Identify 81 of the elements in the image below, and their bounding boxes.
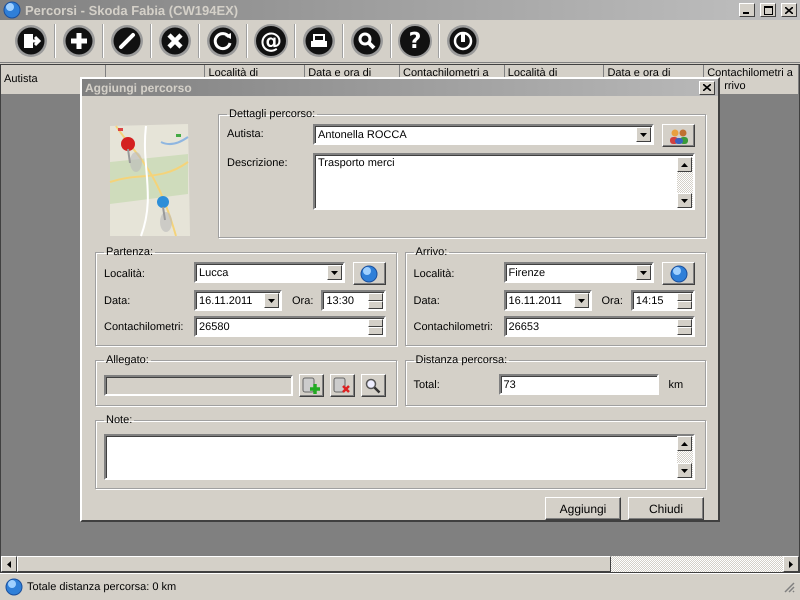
down-arrow-icon [268, 298, 275, 302]
text-area[interactable] [104, 434, 695, 480]
pencil-icon[interactable] [110, 24, 144, 58]
close-icon [785, 6, 793, 14]
exit-icon[interactable] [14, 24, 48, 58]
printer-icon[interactable] [302, 24, 336, 58]
dialog-button[interactable]: Aggiungi [545, 497, 621, 520]
spinner-field[interactable]: 26653 [504, 316, 695, 337]
dropdown-field[interactable]: Antonella ROCCA [313, 124, 654, 145]
maximize-button[interactable] [760, 3, 776, 17]
delete-icon[interactable] [158, 24, 192, 58]
group-label: Allegato: [105, 354, 150, 366]
close-icon [703, 84, 711, 91]
down-arrow-icon [640, 270, 647, 274]
database-delete-icon [333, 377, 351, 394]
field-label: Ora: [602, 294, 623, 306]
globe-icon [5, 578, 23, 596]
toolbar-button[interactable]: ? [398, 24, 432, 58]
down-arrow-icon [330, 270, 338, 274]
minimize-button[interactable] [739, 3, 755, 17]
field-label: Località: [414, 268, 456, 280]
remove-file-button[interactable] [330, 374, 354, 397]
field-label: Contachilometri: [414, 320, 494, 332]
up-arrow-icon [681, 442, 688, 446]
input-field[interactable]: 73 [498, 374, 658, 395]
dropdown-field[interactable]: Lucca [194, 262, 344, 283]
search-icon[interactable] [350, 24, 384, 58]
globe-icon [670, 264, 688, 282]
unit-label: km [668, 378, 684, 390]
scrollbar-thumb[interactable] [17, 556, 611, 572]
people-icon [668, 128, 688, 144]
people-button[interactable] [662, 124, 695, 147]
window-title: Percorsi - Skoda Fabia (CW194EX) [25, 2, 240, 18]
refresh-icon[interactable] [206, 24, 240, 58]
close-button[interactable] [781, 3, 797, 17]
field-label: Total: [414, 378, 441, 390]
status-text: Totale distanza percorsa: 0 km [27, 581, 178, 593]
database-add-icon [302, 377, 320, 394]
down-arrow-icon [640, 132, 647, 136]
dropdown-field[interactable]: 16.11.2011 [194, 290, 282, 311]
add-file-button[interactable] [298, 374, 324, 397]
down-arrow-icon [681, 198, 688, 202]
spinner-field[interactable]: 14:15 [630, 290, 695, 311]
toolbar-button[interactable]: @ [254, 24, 288, 58]
globe-icon [360, 264, 378, 282]
field-label: Autista: [227, 127, 265, 140]
field-label: Data: [414, 294, 441, 306]
left-arrow-icon [7, 560, 11, 568]
maximize-icon [764, 6, 772, 14]
resize-grip-icon[interactable] [783, 581, 795, 593]
field-label: Contachilometri: [104, 320, 184, 332]
group-label: Distanza percorsa: [414, 354, 508, 366]
group-label: Note: [105, 414, 134, 426]
up-arrow-icon [681, 162, 688, 166]
field-label: Descrizione: [227, 156, 289, 169]
scroll-right-button[interactable] [783, 556, 799, 572]
scroll-left-button[interactable] [1, 556, 17, 572]
spinner-field[interactable]: 26580 [194, 316, 386, 337]
down-arrow-icon [578, 298, 584, 302]
group-label: Arrivo: [414, 246, 448, 258]
group-label: Partenza: [105, 246, 154, 258]
power-icon[interactable] [446, 24, 480, 58]
field-label: Località: [104, 268, 146, 280]
search-icon [365, 378, 381, 394]
input-field[interactable] [104, 375, 292, 396]
map-button[interactable] [662, 262, 695, 285]
map-button[interactable] [352, 262, 386, 285]
text-area[interactable]: Trasporto merci [313, 153, 695, 210]
dropdown-field[interactable]: Firenze [504, 262, 654, 283]
dropdown-field[interactable]: 16.11.2011 [504, 290, 592, 311]
down-arrow-icon [681, 468, 688, 472]
close-button[interactable] [699, 80, 715, 94]
app-icon [3, 1, 21, 19]
right-arrow-icon [789, 560, 793, 568]
spinner-field[interactable]: 13:30 [321, 290, 386, 311]
add-icon[interactable] [62, 24, 96, 58]
search-button[interactable] [360, 374, 386, 397]
field-label: Ora: [292, 294, 314, 306]
field-label: Data: [104, 294, 132, 306]
dialog-button[interactable]: Chiudi [628, 497, 704, 520]
group-label: Dettagli percorso: [228, 108, 316, 120]
